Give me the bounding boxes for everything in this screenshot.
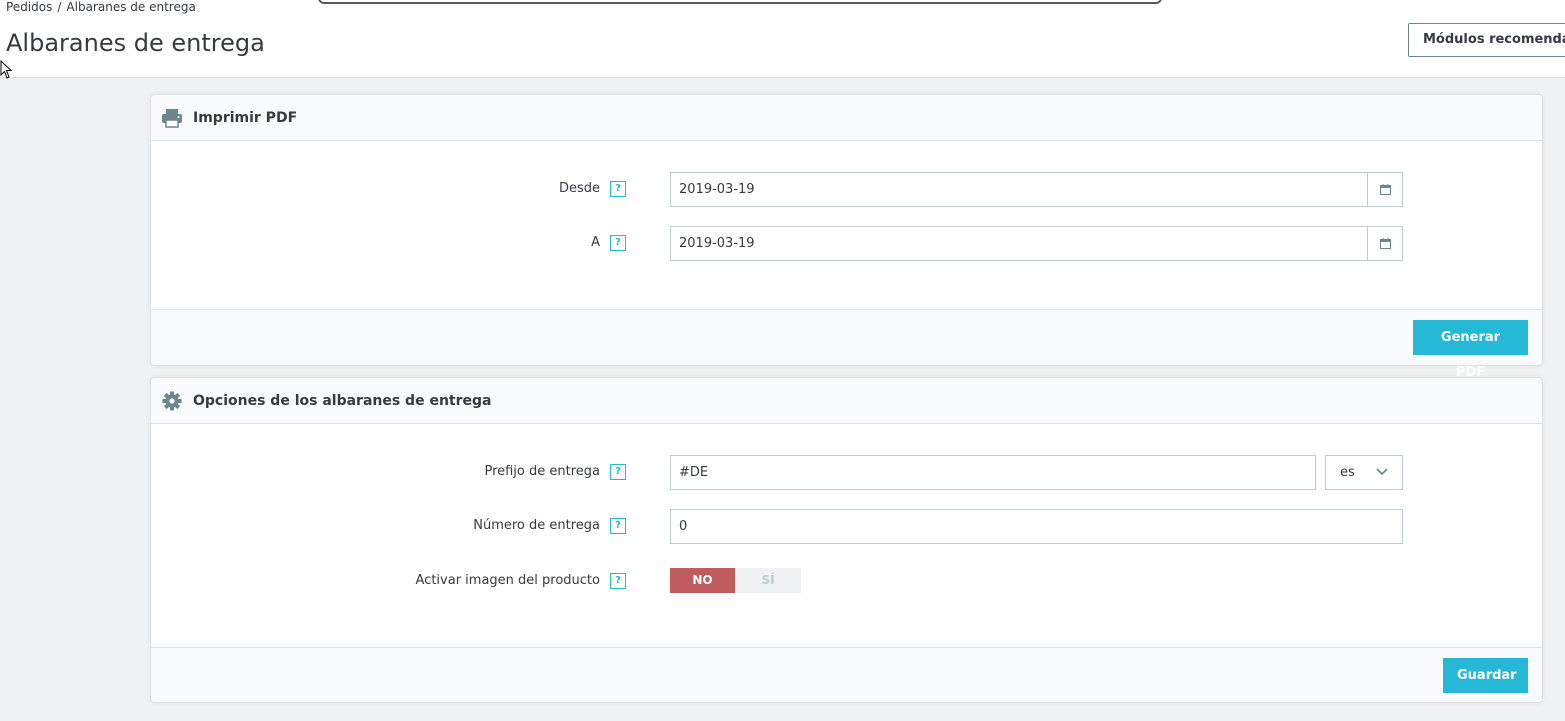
- save-button[interactable]: Guardar: [1443, 658, 1528, 693]
- page-title: Albaranes de entrega: [6, 29, 265, 57]
- delivery-prefix-help-icon[interactable]: ?: [610, 464, 626, 480]
- to-date-help-icon[interactable]: ?: [610, 235, 626, 251]
- recommended-modules-button[interactable]: Módulos recomendados: [1408, 23, 1565, 57]
- to-date-input[interactable]: 2019-03-19: [670, 226, 1368, 261]
- language-select-value: es: [1340, 465, 1355, 480]
- calendar-icon: [1380, 184, 1391, 195]
- page-header: Pedidos / Albaranes de entrega Albaranes d…: [0, 0, 1565, 78]
- delivery-number-help-icon[interactable]: ?: [610, 518, 626, 534]
- print-pdf-panel: Imprimir PDF Desde ? 2019-03-19 A ? 2019…: [150, 94, 1543, 380]
- options-panel-heading: Opciones de los albaranes de entrega: [151, 378, 1542, 424]
- language-select[interactable]: es: [1325, 455, 1403, 490]
- generate-pdf-button[interactable]: Generar PDF: [1413, 320, 1528, 380]
- breadcrumb-item-orders[interactable]: Pedidos: [6, 0, 52, 14]
- options-panel-title: Opciones de los albaranes de entrega: [193, 393, 492, 409]
- breadcrumb: Pedidos / Albaranes de entrega: [6, 0, 196, 14]
- top-popup-edge: [318, 0, 1162, 4]
- delivery-number-label: Número de entrega: [473, 518, 600, 533]
- switch-option-no[interactable]: NO: [670, 568, 735, 593]
- from-date-label: Desde: [558, 181, 600, 196]
- breadcrumb-item-delivery-slips[interactable]: Albaranes de entrega: [66, 0, 195, 14]
- printer-icon: [162, 109, 182, 128]
- product-image-label: Activar imagen del producto: [415, 573, 600, 588]
- product-image-switch[interactable]: NO SÍ: [670, 568, 801, 593]
- from-date-help-icon[interactable]: ?: [610, 181, 626, 197]
- switch-option-yes[interactable]: SÍ: [735, 568, 801, 593]
- to-date-calendar-button[interactable]: [1367, 226, 1403, 261]
- print-pdf-panel-footer: Generar PDF: [151, 309, 1542, 380]
- delivery-prefix-input[interactable]: #DE: [670, 455, 1316, 490]
- calendar-icon: [1380, 238, 1391, 249]
- chevron-down-icon: [1376, 468, 1388, 476]
- print-pdf-panel-heading: Imprimir PDF: [151, 95, 1542, 141]
- options-panel-footer: Guardar: [151, 647, 1542, 702]
- breadcrumb-separator: /: [57, 0, 62, 14]
- gear-icon: [162, 391, 182, 411]
- delivery-slip-options-panel: Opciones de los albaranes de entrega Pre…: [150, 377, 1543, 703]
- delivery-number-input[interactable]: 0: [670, 509, 1403, 544]
- from-date-input[interactable]: 2019-03-19: [670, 172, 1368, 207]
- print-pdf-panel-title: Imprimir PDF: [193, 110, 298, 126]
- delivery-prefix-label: Prefijo de entrega: [484, 464, 600, 479]
- mouse-cursor-icon: [0, 60, 12, 79]
- product-image-help-icon[interactable]: ?: [610, 573, 626, 589]
- to-date-label: A: [591, 235, 600, 250]
- from-date-calendar-button[interactable]: [1367, 172, 1403, 207]
